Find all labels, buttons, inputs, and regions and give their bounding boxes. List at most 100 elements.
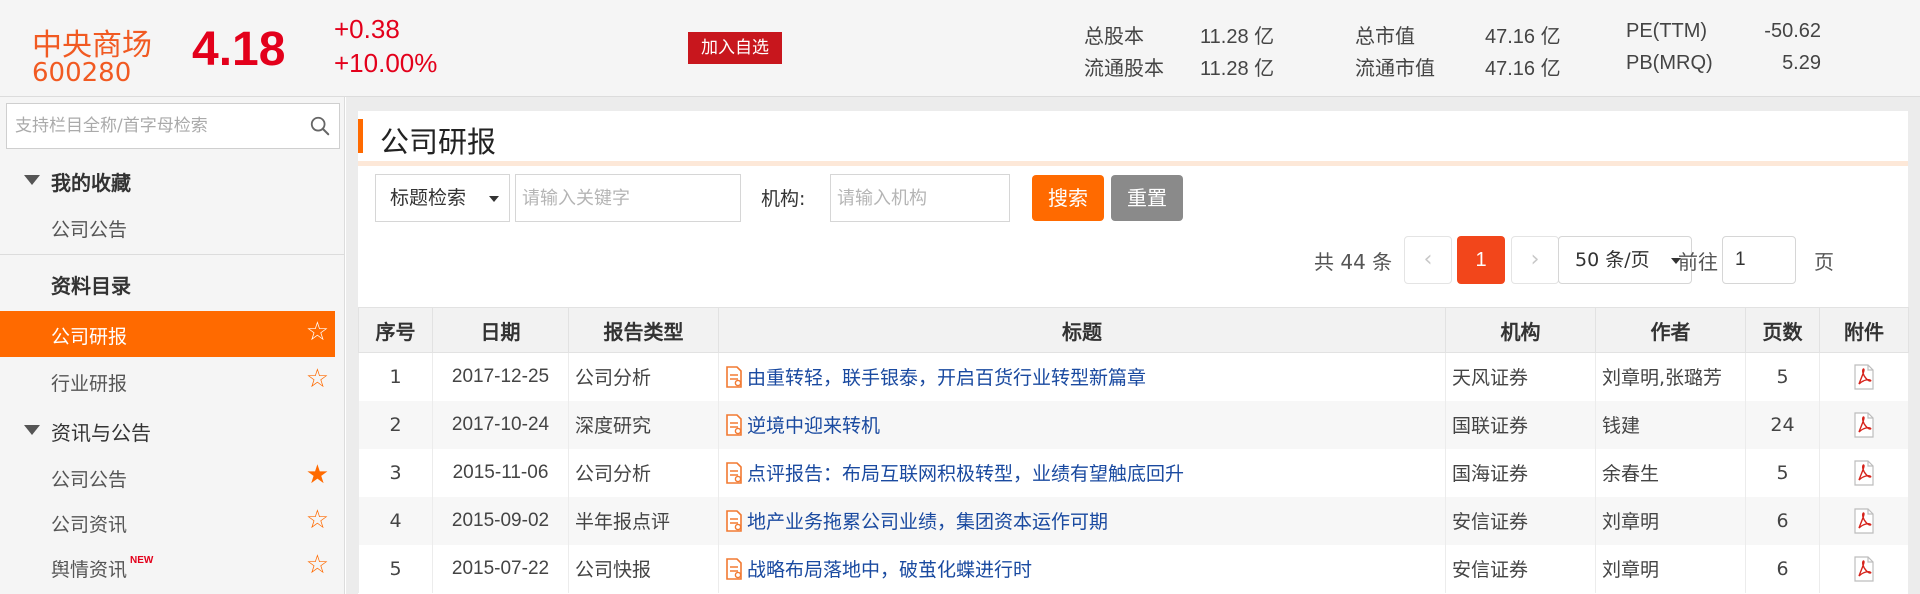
sidebar-item-sentiment-news[interactable]: 舆情资讯 NEW ☆ bbox=[0, 544, 335, 590]
reset-button[interactable]: 重置 bbox=[1111, 175, 1183, 221]
report-title-link[interactable]: 战略布局落地中，破茧化蝶进行时 bbox=[747, 559, 1032, 581]
cell-type: 公司分析 bbox=[568, 448, 719, 497]
metric-float-shares-value: 11.28 亿 bbox=[1200, 58, 1275, 80]
search-button[interactable]: 搜索 bbox=[1032, 175, 1104, 221]
add-watchlist-button[interactable]: 加入自选 bbox=[688, 32, 782, 64]
cell-title[interactable]: 地产业务拖累公司业绩，集团资本运作可期 bbox=[718, 496, 1446, 545]
divider bbox=[0, 254, 345, 255]
metric-pe-value: -50.62 bbox=[1764, 20, 1821, 42]
star-outline-icon[interactable]: ☆ bbox=[306, 366, 329, 392]
research-table: 序号 日期 报告类型 标题 机构 作者 页数 附件 1 2017-12-25 公… bbox=[358, 307, 1909, 593]
news-section-header[interactable]: 资讯与公告 bbox=[0, 407, 335, 453]
pdf-icon[interactable] bbox=[1853, 555, 1875, 582]
next-page-button[interactable]: › bbox=[1511, 236, 1559, 284]
report-title-link[interactable]: 逆境中迎来转机 bbox=[747, 415, 880, 437]
col-header-no: 序号 bbox=[358, 307, 433, 353]
table-row: 5 2015-07-22 公司快报 战略布局落地中，破茧化蝶进行时 安信证券 刘… bbox=[358, 544, 1909, 593]
sidebar: 我的收藏 公司公告 资料目录 公司研报 ☆ 行业研报 ☆ 资讯与公告 公司公告 … bbox=[0, 97, 345, 594]
table-row: 2 2017-10-24 深度研究 逆境中迎来转机 国联证券 钱建 24 bbox=[358, 400, 1909, 449]
search-type-select[interactable]: 标题检索 bbox=[375, 174, 510, 222]
page-title: 公司研报 bbox=[380, 125, 497, 159]
collapse-triangle-icon bbox=[24, 175, 40, 185]
cell-attachment bbox=[1819, 400, 1909, 449]
col-header-pages: 页数 bbox=[1745, 307, 1820, 353]
cell-author: 刘章明 bbox=[1595, 496, 1746, 545]
report-doc-icon bbox=[726, 462, 742, 484]
table-header-row: 序号 日期 报告类型 标题 机构 作者 页数 附件 bbox=[358, 307, 1909, 353]
star-outline-icon[interactable]: ☆ bbox=[306, 552, 329, 578]
page-size-select[interactable]: 50 条/页 bbox=[1558, 236, 1692, 284]
col-header-date: 日期 bbox=[432, 307, 569, 353]
sidebar-item-label: 公司研报 bbox=[51, 326, 128, 348]
cell-title[interactable]: 战略布局落地中，破茧化蝶进行时 bbox=[718, 544, 1446, 593]
report-title-link[interactable]: 点评报告：布局互联网积极转型，业绩有望触底回升 bbox=[747, 463, 1184, 485]
cell-type: 公司快报 bbox=[568, 544, 719, 593]
goto-page-input[interactable] bbox=[1722, 236, 1796, 284]
pdf-icon[interactable] bbox=[1853, 364, 1875, 390]
sidebar-item-favorite-announcements[interactable]: 公司公告 bbox=[0, 204, 335, 250]
stock-header: 中央商场 600280 4.18 +0.38 +10.00% 加入自选 总股本 … bbox=[0, 0, 1920, 97]
report-title-link[interactable]: 地产业务拖累公司业绩，集团资本运作可期 bbox=[747, 511, 1108, 533]
cell-attachment bbox=[1819, 352, 1909, 401]
report-doc-icon bbox=[726, 366, 742, 389]
sidebar-item-label: 公司公告 bbox=[51, 469, 128, 491]
new-badge: NEW bbox=[130, 555, 154, 566]
cell-date: 2017-10-24 bbox=[432, 400, 569, 449]
cell-title[interactable]: 点评报告：布局互联网积极转型，业绩有望触底回升 bbox=[718, 448, 1446, 497]
cell-title[interactable]: 由重转轻，联手银泰，开启百货行业转型新篇章 bbox=[718, 352, 1446, 401]
search-icon[interactable] bbox=[309, 115, 331, 137]
cell-institution: 天风证券 bbox=[1445, 352, 1596, 401]
prev-page-button[interactable]: ‹ bbox=[1404, 236, 1452, 284]
keyword-input[interactable] bbox=[515, 174, 741, 222]
caret-down-icon bbox=[489, 196, 499, 202]
col-header-type: 报告类型 bbox=[568, 307, 719, 353]
goto-prefix: 前往 bbox=[1678, 250, 1718, 274]
cell-institution: 国联证券 bbox=[1445, 400, 1596, 449]
pdf-icon[interactable] bbox=[1853, 507, 1875, 534]
goto-suffix: 页 bbox=[1814, 250, 1834, 274]
star-outline-icon[interactable]: ☆ bbox=[306, 319, 329, 345]
cell-author: 刘章明 bbox=[1595, 544, 1746, 593]
stock-price: 4.18 bbox=[192, 23, 286, 76]
cell-attachment bbox=[1819, 448, 1909, 497]
report-title-link[interactable]: 由重转轻，联手银泰，开启百货行业转型新篇章 bbox=[747, 367, 1146, 389]
sidebar-search-input[interactable] bbox=[7, 104, 297, 148]
star-filled-icon[interactable]: ★ bbox=[306, 462, 329, 488]
sidebar-item-company-research[interactable]: 公司研报 ☆ bbox=[0, 311, 335, 357]
cell-no: 4 bbox=[358, 496, 433, 545]
metric-float-cap-value: 47.16 亿 bbox=[1485, 58, 1561, 80]
cell-title[interactable]: 逆境中迎来转机 bbox=[718, 400, 1446, 449]
sidebar-item-label: 公司资讯 bbox=[51, 514, 128, 536]
page-size-value: 50 条/页 bbox=[1575, 249, 1650, 271]
research-panel: 公司研报 标题检索 机构: 搜索 重置 共 44 条 ‹ 1 › 50 条/页 … bbox=[358, 111, 1909, 594]
favorites-section-header[interactable]: 我的收藏 bbox=[0, 157, 335, 203]
cell-date: 2015-09-02 bbox=[432, 496, 569, 545]
institution-label: 机构: bbox=[761, 188, 806, 210]
table-row: 1 2017-12-25 公司分析 由重转轻，联手银泰，开启百货行业转型新篇章 … bbox=[358, 352, 1909, 401]
institution-input[interactable] bbox=[830, 174, 1010, 222]
report-doc-icon bbox=[726, 558, 742, 580]
cell-attachment bbox=[1819, 496, 1909, 545]
sidebar-item-company-news[interactable]: 公司资讯 ☆ bbox=[0, 499, 335, 545]
sidebar-item-company-announcements[interactable]: 公司公告 ★ bbox=[0, 454, 335, 500]
sidebar-item-label: 舆情资讯 NEW bbox=[51, 555, 153, 582]
pdf-icon[interactable] bbox=[1853, 459, 1875, 486]
star-outline-icon[interactable]: ☆ bbox=[306, 507, 329, 533]
price-change: +0.38 bbox=[334, 14, 400, 44]
metric-market-cap-value: 47.16 亿 bbox=[1485, 26, 1561, 48]
col-header-title: 标题 bbox=[718, 307, 1446, 353]
sidebar-item-text: 舆情资讯 bbox=[51, 559, 128, 581]
current-page-button[interactable]: 1 bbox=[1457, 236, 1505, 284]
total-count: 共 44 条 bbox=[1314, 250, 1393, 274]
main-content: 公司研报 标题检索 机构: 搜索 重置 共 44 条 ‹ 1 › 50 条/页 … bbox=[346, 97, 1920, 594]
pdf-icon[interactable] bbox=[1853, 411, 1875, 438]
sidebar-item-industry-research[interactable]: 行业研报 ☆ bbox=[0, 358, 335, 404]
cell-date: 2015-07-22 bbox=[432, 544, 569, 593]
report-doc-icon bbox=[726, 510, 742, 532]
metric-total-shares-value: 11.28 亿 bbox=[1200, 26, 1275, 48]
cell-pages: 5 bbox=[1745, 448, 1820, 497]
cell-author: 钱建 bbox=[1595, 400, 1746, 449]
sidebar-item-label: 行业研报 bbox=[51, 373, 128, 395]
cell-type: 公司分析 bbox=[568, 352, 719, 401]
cell-pages: 5 bbox=[1745, 352, 1820, 401]
